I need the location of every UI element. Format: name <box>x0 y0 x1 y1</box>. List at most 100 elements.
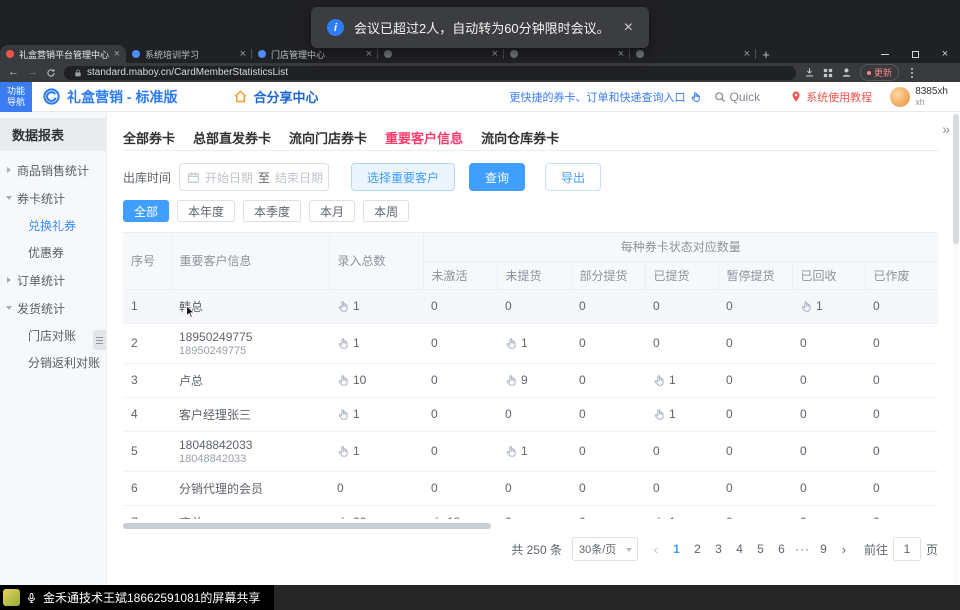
select-customer-button[interactable]: 选择重要客户 <box>351 163 455 191</box>
browser-tab[interactable]: 礼盒营销平台管理中心× <box>0 45 126 63</box>
chevron-double-right-icon[interactable]: » <box>942 121 950 137</box>
count-value[interactable]: 1 <box>353 444 360 458</box>
window-close-button[interactable]: × <box>930 45 960 63</box>
new-tab-button[interactable]: + <box>756 45 776 63</box>
hand-click-icon[interactable] <box>653 408 666 421</box>
quick-search[interactable]: Quick <box>714 90 761 104</box>
brand[interactable]: 礼盒营销 - 标准版 <box>42 87 177 107</box>
count-value[interactable]: 1 <box>669 515 676 519</box>
date-range-input[interactable]: 开始日期 至 结束日期 <box>179 163 329 191</box>
count-value[interactable]: 1 <box>669 407 676 421</box>
browser-tab[interactable]: × <box>630 45 756 63</box>
page-number[interactable]: 1 <box>666 542 687 556</box>
quick-filter-chip[interactable]: 本年度 <box>177 200 235 222</box>
profile-icon[interactable] <box>841 67 852 78</box>
goto-label: 前往 <box>864 541 888 558</box>
hand-click-icon[interactable] <box>800 300 813 313</box>
page-number[interactable]: 2 <box>687 542 708 556</box>
sidebar-group[interactable]: 订单统计 <box>0 266 106 294</box>
tab-favicon-icon <box>132 50 140 58</box>
back-icon[interactable]: ← <box>8 67 19 78</box>
content-tab[interactable]: 总部直发券卡 <box>193 128 271 147</box>
browser-tab[interactable]: 系统培训学习× <box>126 45 252 63</box>
content-tab[interactable]: 流向仓库券卡 <box>481 128 559 147</box>
search-button[interactable]: 查询 <box>469 163 525 191</box>
sidebar-group[interactable]: 发货统计 <box>0 294 106 322</box>
horizontal-scrollbar-thumb[interactable] <box>123 523 491 529</box>
page-number[interactable]: 6 <box>771 542 792 556</box>
tab-close-icon[interactable]: × <box>114 49 120 60</box>
count-value[interactable]: 10 <box>353 373 366 387</box>
notification-close-icon[interactable]: × <box>624 20 633 36</box>
forward-icon[interactable]: → <box>27 67 38 78</box>
hand-click-icon[interactable] <box>337 374 350 387</box>
extensions-icon[interactable] <box>823 68 833 78</box>
tab-close-icon[interactable]: × <box>492 49 498 60</box>
quick-filter-chip[interactable]: 本周 <box>363 200 409 222</box>
hand-click-icon[interactable] <box>337 516 350 520</box>
tutorial-link[interactable]: 系统使用教程 <box>790 89 872 105</box>
hand-click-icon[interactable] <box>337 445 350 458</box>
export-button[interactable]: 导出 <box>545 163 601 191</box>
goto-page-input[interactable] <box>893 537 921 561</box>
sidebar-item[interactable]: 优惠券 <box>0 239 106 266</box>
hand-click-icon[interactable] <box>337 408 350 421</box>
hand-click-icon[interactable] <box>505 374 518 387</box>
page-number[interactable]: 3 <box>708 542 729 556</box>
tab-close-icon[interactable]: × <box>744 49 750 60</box>
sidebar-collapse-handle[interactable] <box>93 330 106 350</box>
browser-menu-icon[interactable] <box>907 68 917 78</box>
hand-click-icon[interactable] <box>337 300 350 313</box>
quick-filter-chip[interactable]: 本季度 <box>243 200 301 222</box>
page-size-select[interactable]: 30条/页 <box>572 537 638 561</box>
hand-click-icon[interactable] <box>505 337 518 350</box>
count-value[interactable]: 1 <box>521 336 528 350</box>
hand-click-icon[interactable] <box>431 516 444 520</box>
count-value[interactable]: 9 <box>521 373 528 387</box>
quick-filter-chip[interactable]: 全部 <box>123 200 169 222</box>
quick-entry-link[interactable]: 更快捷的券卡、订单和快递查询入口 <box>510 89 702 105</box>
nav-menu-button[interactable]: 功能 导航 <box>0 82 32 112</box>
window-minimize-button[interactable] <box>870 45 900 63</box>
cell-status: 0 <box>571 323 645 363</box>
hand-click-icon[interactable] <box>653 374 666 387</box>
hand-click-icon[interactable] <box>505 445 518 458</box>
vertical-scrollbar-thumb[interactable] <box>953 114 959 244</box>
quick-filter-chip[interactable]: 本月 <box>309 200 355 222</box>
tab-close-icon[interactable]: × <box>618 49 624 60</box>
share-center-link[interactable]: 合分享中心 <box>233 87 318 106</box>
count-value[interactable]: 1 <box>353 299 360 313</box>
count-value[interactable]: 1 <box>353 336 360 350</box>
refresh-icon[interactable] <box>46 68 56 78</box>
sidebar-item[interactable]: 兑换礼券 <box>0 212 106 239</box>
next-page-icon[interactable]: › <box>834 542 854 557</box>
count-value[interactable]: 18 <box>447 515 460 519</box>
content-tab[interactable]: 重要客户信息 <box>385 128 463 147</box>
content-tab[interactable]: 流向门店券卡 <box>289 128 367 147</box>
tab-close-icon[interactable]: × <box>240 49 246 60</box>
address-bar[interactable]: standard.maboy.cn/CardMemberStatisticsLi… <box>64 66 796 80</box>
count-value[interactable]: 1 <box>669 373 676 387</box>
hand-click-icon[interactable] <box>337 337 350 350</box>
sidebar-group[interactable]: 券卡统计 <box>0 184 106 212</box>
prev-page-icon[interactable]: ‹ <box>646 542 666 557</box>
user-avatar[interactable] <box>890 87 910 107</box>
table-row: 3卢总100901000 <box>123 363 938 397</box>
sidebar-item[interactable]: 分销返利对账 <box>0 349 106 376</box>
window-maximize-button[interactable] <box>900 45 930 63</box>
update-badge[interactable]: 更新 <box>860 64 899 81</box>
download-icon[interactable] <box>804 67 815 78</box>
count-value[interactable]: 1 <box>521 444 528 458</box>
content-tab[interactable]: 全部券卡 <box>123 128 175 147</box>
page-number[interactable]: 9 <box>813 542 834 556</box>
count-value: 0 <box>726 336 733 350</box>
count-value[interactable]: 1 <box>816 299 823 313</box>
page-number[interactable]: 4 <box>729 542 750 556</box>
sidebar-group[interactable]: 商品销售统计 <box>0 156 106 184</box>
count-value[interactable]: 1 <box>353 407 360 421</box>
hand-click-icon[interactable] <box>653 516 666 520</box>
page-number[interactable]: 5 <box>750 542 771 556</box>
sidebar-item[interactable]: 门店对账 <box>0 322 106 349</box>
count-value[interactable]: 20 <box>353 515 366 519</box>
tab-close-icon[interactable]: × <box>366 49 372 60</box>
